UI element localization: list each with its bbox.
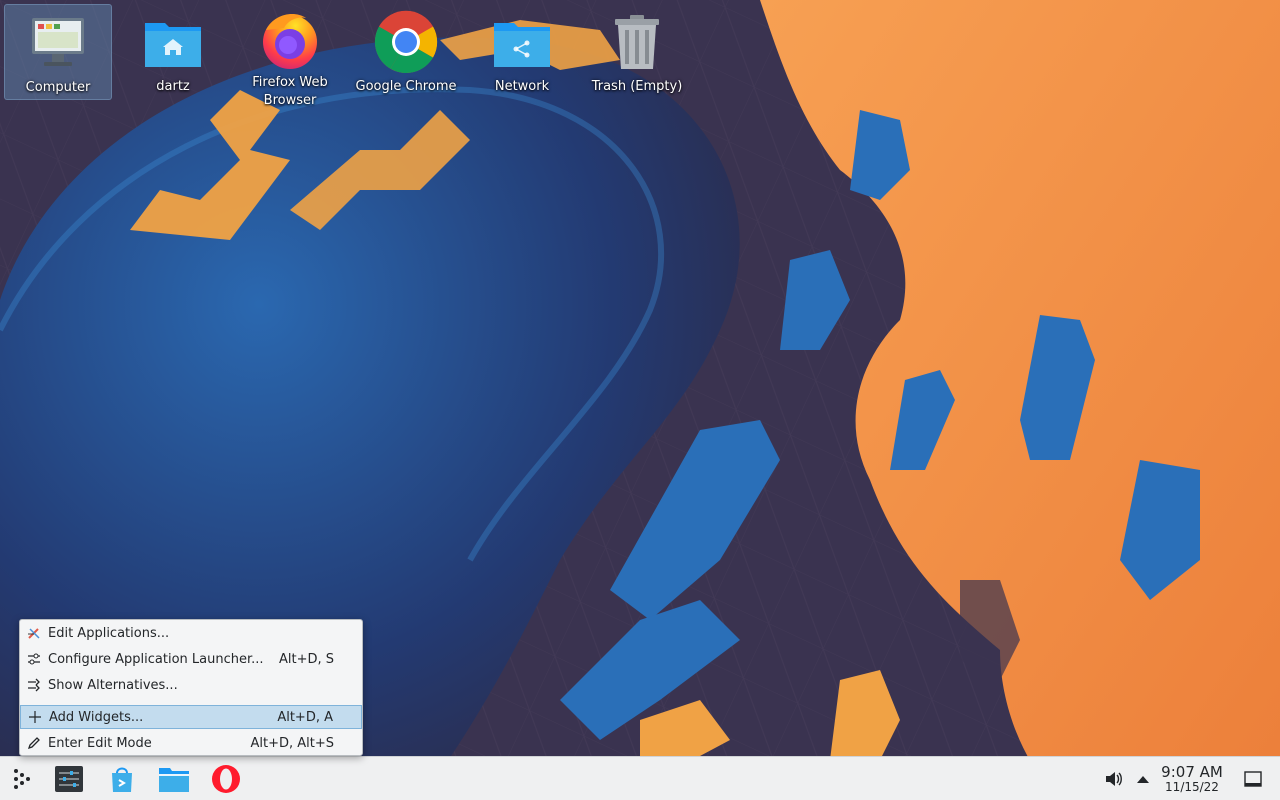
- menu-item-shortcut: Alt+D, S: [278, 651, 334, 667]
- app-launcher-icon: [14, 769, 30, 789]
- volume-icon: [1106, 772, 1122, 786]
- desktop-icon-firefox[interactable]: Firefox Web Browser: [236, 4, 344, 108]
- clock-time[interactable]: 9:07 AM: [1158, 763, 1226, 781]
- pencil-icon: [26, 735, 42, 751]
- desktop-icon-label: Computer: [25, 80, 91, 95]
- expand-tray-icon: [1137, 776, 1149, 783]
- desktop-icon-chrome[interactable]: Google Chrome: [352, 4, 460, 100]
- edit-applications-icon: [26, 625, 42, 641]
- home-folder-icon: [141, 10, 205, 74]
- trash-icon: [605, 10, 669, 74]
- show-desktop-button[interactable]: [1237, 763, 1269, 795]
- menu-item-edit-applications[interactable]: Edit Applications...: [20, 621, 362, 645]
- file-manager-button[interactable]: [158, 763, 190, 795]
- system-settings-button[interactable]: [53, 763, 85, 795]
- alternatives-icon: [26, 677, 42, 693]
- discover-button[interactable]: [106, 763, 138, 795]
- desktop-icon-dartz[interactable]: dartz: [119, 4, 227, 100]
- desktop-icon-label: Firefox Web Browser: [252, 75, 328, 108]
- system-settings-icon: [55, 766, 83, 792]
- desktop-icon-trash[interactable]: Trash (Empty): [583, 4, 691, 100]
- show-desktop-icon: [1244, 771, 1262, 787]
- volume-button[interactable]: [1098, 763, 1130, 795]
- desktop-icon-computer[interactable]: Computer: [4, 4, 112, 100]
- menu-item-configure-launcher[interactable]: Configure Application Launcher... Alt+D,…: [20, 647, 362, 671]
- menu-item-label: Enter Edit Mode: [48, 735, 152, 751]
- desktop-icon-label: dartz: [156, 79, 190, 94]
- file-manager-icon: [159, 768, 189, 792]
- menu-item-enter-edit-mode[interactable]: Enter Edit Mode Alt+D, Alt+S: [20, 731, 362, 755]
- menu-item-label: Add Widgets...: [49, 709, 144, 725]
- chrome-icon: [374, 10, 438, 74]
- clock-date[interactable]: 11/15/22: [1158, 780, 1226, 794]
- app-launcher-button[interactable]: [6, 763, 38, 795]
- menu-item-add-widgets[interactable]: Add Widgets... Alt+D, A: [20, 705, 362, 729]
- menu-item-label: Edit Applications...: [48, 625, 170, 641]
- network-folder-icon: [490, 10, 554, 74]
- plus-icon: [27, 709, 43, 725]
- menu-item-shortcut: Alt+D, Alt+S: [250, 735, 334, 751]
- configure-icon: [26, 651, 42, 667]
- desktop-icon-network[interactable]: Network: [468, 4, 576, 100]
- desktop-context-menu: Edit Applications... Configure Applicati…: [19, 619, 363, 756]
- desktop-icon-label: Network: [494, 79, 550, 94]
- opera-button[interactable]: [210, 763, 242, 795]
- menu-item-label: Configure Application Launcher...: [48, 651, 264, 667]
- menu-item-label: Show Alternatives...: [48, 677, 178, 693]
- discover-icon: [112, 767, 132, 792]
- menu-item-shortcut: Alt+D, A: [277, 709, 333, 725]
- opera-icon: [212, 765, 240, 793]
- taskbar-panel: [0, 756, 1280, 800]
- firefox-icon: [258, 10, 322, 70]
- desktop-icon-label: Google Chrome: [355, 79, 457, 94]
- expand-tray-button[interactable]: [1127, 763, 1159, 795]
- desktop-icon-label: Trash (Empty): [591, 79, 683, 94]
- menu-item-show-alternatives[interactable]: Show Alternatives...: [20, 673, 362, 697]
- computer-icon: [26, 11, 90, 75]
